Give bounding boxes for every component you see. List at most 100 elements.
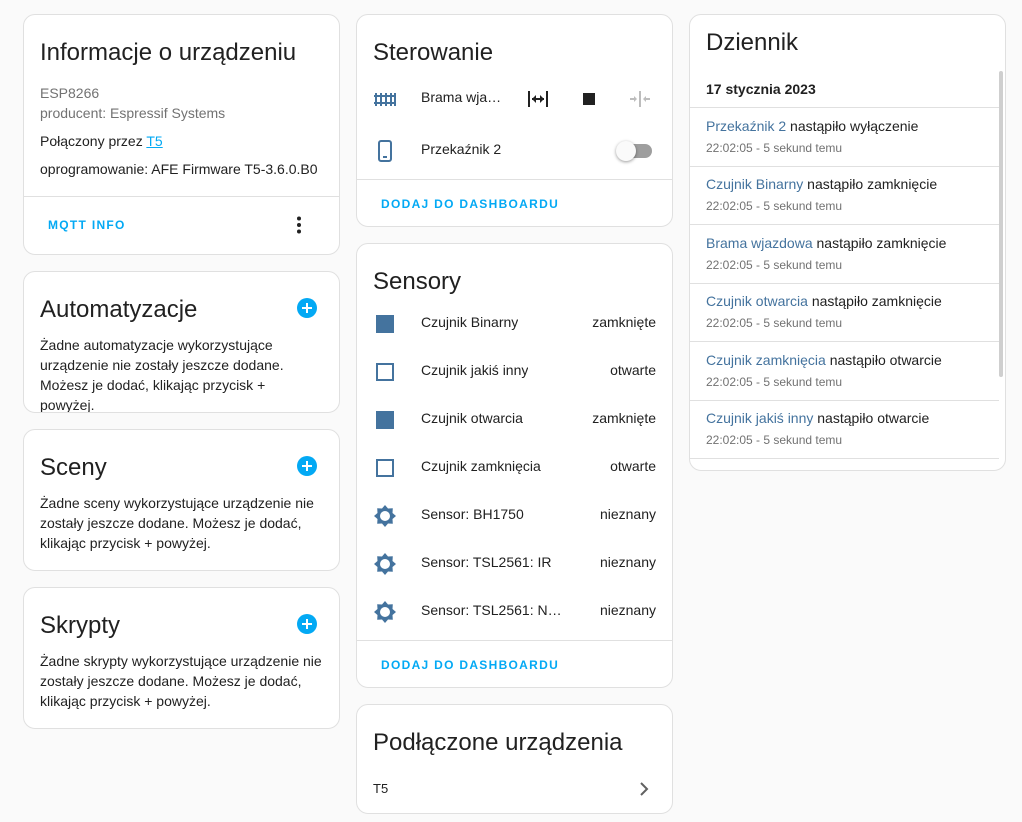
- gate-stop-icon[interactable]: [583, 93, 595, 105]
- logbook-entry: Przekaźnik 2 nastąpiło wyłączenie 22:02:…: [690, 108, 999, 167]
- gate-open-icon[interactable]: [527, 89, 549, 109]
- add-scene-button[interactable]: [297, 456, 317, 476]
- brightness-icon: [373, 552, 397, 576]
- automations-card: Automatyzacje Żadne automatyzacje wykorz…: [23, 271, 340, 413]
- sensor-row[interactable]: Czujnik otwarcia zamknięte: [357, 396, 672, 444]
- sensor-state: zamknięte: [592, 314, 656, 330]
- sensor-state: nieznany: [599, 602, 656, 618]
- logbook-action: nastąpiło zamknięcie: [807, 293, 942, 309]
- logbook-entity-link[interactable]: Czujnik jakiś inny: [706, 410, 813, 426]
- device-model: ESP8266: [40, 85, 100, 101]
- square-outline-icon: [376, 363, 394, 381]
- connected-via-prefix: Połączony przez: [40, 133, 147, 149]
- gate-name: Brama wjazdowa: [421, 89, 507, 105]
- gate-row[interactable]: Brama wjazdowa: [357, 75, 672, 123]
- more-options-icon[interactable]: [292, 215, 306, 235]
- sensor-state: otwarte: [610, 458, 656, 474]
- add-to-dashboard-button[interactable]: DODAJ DO DASHBOARDU: [381, 197, 559, 211]
- logbook-entity-link[interactable]: Czujnik zamknięcia: [706, 352, 826, 368]
- square-outline-icon: [376, 459, 394, 477]
- logbook-date: 17 stycznia 2023: [706, 81, 816, 97]
- sensor-row[interactable]: Czujnik jakiś inny otwarte: [357, 348, 672, 396]
- sensor-name: Sensor: TSL2561: Natężenie: [421, 602, 569, 618]
- logbook-time: 22:02:05 - 5 sekund temu: [706, 316, 843, 330]
- logbook-action: nastąpiło zamknięcie: [812, 235, 947, 251]
- connected-device-item[interactable]: T5: [357, 773, 672, 809]
- divider: [357, 179, 672, 180]
- automations-title: Automatyzacje: [40, 296, 198, 323]
- automations-empty-text: Żadne automatyzacje wykorzystujące urząd…: [40, 337, 284, 413]
- logbook-entry: Czujnik Binarny nastąpiło zamknięcie 22:…: [690, 166, 999, 225]
- sensor-row[interactable]: Czujnik Binarny zamknięte: [357, 300, 672, 348]
- sensor-name: Czujnik jakiś inny: [421, 362, 529, 378]
- logbook-time: 22:02:05 - 5 sekund temu: [706, 141, 843, 155]
- add-script-button[interactable]: [297, 614, 317, 634]
- connected-device-name: T5: [373, 781, 389, 796]
- device-info-card: Informacje o urządzeniu ESP8266 producen…: [23, 14, 340, 255]
- connected-via: Połączony przez T5: [40, 133, 163, 149]
- sensor-state: zamknięte: [592, 410, 656, 426]
- relay-toggle-knob[interactable]: [616, 141, 636, 161]
- sensors-card: Sensory Czujnik Binarny zamknięte Czujni…: [356, 243, 673, 688]
- logbook-time: 22:02:05 - 5 sekund temu: [706, 258, 843, 272]
- logbook-action: nastąpiło zamknięcie: [803, 176, 938, 192]
- logbook-action: nastąpiło otwarcie: [813, 410, 930, 426]
- brightness-icon: [373, 504, 397, 528]
- logbook-time: 22:02:05 - 5 sekund temu: [706, 433, 843, 447]
- sensor-row[interactable]: Sensor: TSL2561: IR nieznany: [357, 540, 672, 588]
- brightness-icon: [373, 600, 397, 624]
- logbook-entry: Czujnik otwarcia nastąpiło zamknięcie 22…: [690, 283, 999, 342]
- logbook-entity-link[interactable]: Brama wjazdowa: [706, 235, 813, 251]
- logbook-entry: Brama wjazdowa nastąpiło zamknięcie 22:0…: [690, 225, 999, 284]
- add-automation-button[interactable]: [297, 298, 317, 318]
- scripts-empty-text: Żadne skrypty wykorzystujące urządzenie …: [40, 653, 322, 709]
- scenes-empty-text: Żadne sceny wykorzystujące urządzenie ni…: [40, 495, 314, 551]
- sensor-state: nieznany: [599, 506, 656, 522]
- sensor-state: nieznany: [599, 554, 656, 570]
- logbook-title: Dziennik: [706, 29, 799, 56]
- connected-devices-card: Podłączone urządzenia T5: [356, 704, 673, 814]
- connected-devices-title: Podłączone urządzenia: [373, 729, 623, 756]
- logbook-entity-link[interactable]: Czujnik Binarny: [706, 176, 803, 192]
- device-info-title: Informacje o urządzeniu: [40, 39, 297, 66]
- logbook-action: nastąpiło otwarcie: [825, 352, 942, 368]
- divider: [24, 196, 339, 197]
- sensor-name: Sensor: BH1750: [421, 506, 524, 522]
- logbook-card: Dziennik 17 stycznia 2023 Przekaźnik 2 n…: [689, 14, 1006, 471]
- sensor-row[interactable]: Czujnik zamknięcia otwarte: [357, 444, 672, 492]
- square-filled-icon: [376, 315, 394, 333]
- relay-row[interactable]: Przekaźnik 2: [357, 127, 672, 175]
- sensor-name: Czujnik otwarcia: [421, 410, 523, 426]
- chevron-right-icon: [638, 781, 650, 797]
- scenes-title: Sceny: [40, 454, 107, 481]
- sensor-name: Czujnik zamknięcia: [421, 458, 541, 474]
- logbook-scrollbar[interactable]: [999, 71, 1003, 377]
- logbook-entity-link[interactable]: Czujnik otwarcia: [706, 293, 808, 309]
- square-filled-icon: [376, 411, 394, 429]
- sensor-row[interactable]: Sensor: BH1750 nieznany: [357, 492, 672, 540]
- logbook-time: 22:02:05 - 5 sekund temu: [706, 375, 843, 389]
- relay-name: Przekaźnik 2: [421, 141, 502, 157]
- gate-icon: [373, 87, 397, 111]
- connected-via-link[interactable]: T5: [146, 133, 162, 149]
- logbook-entry: Czujnik zamknięcia nastąpiło otwarcie 22…: [690, 342, 999, 401]
- sensor-row[interactable]: Sensor: TSL2561: Natężenie nieznany: [357, 588, 672, 636]
- controls-title: Sterowanie: [373, 39, 494, 66]
- controls-card: Sterowanie Brama wjazdowa Przekaźnik 2 D…: [356, 14, 673, 227]
- scripts-title: Skrypty: [40, 612, 121, 639]
- firmware-version: oprogramowanie: AFE Firmware T5-3.6.0.B0: [40, 161, 318, 177]
- mqtt-info-button[interactable]: MQTT INFO: [48, 218, 126, 232]
- device-manufacturer: producent: Espressif Systems: [40, 105, 226, 121]
- logbook-action: nastąpiło wyłączenie: [786, 118, 919, 134]
- sensor-name: Sensor: TSL2561: IR: [421, 554, 552, 570]
- add-to-dashboard-button[interactable]: DODAJ DO DASHBOARDU: [381, 658, 559, 672]
- logbook-entry: Czujnik jakiś inny nastąpiło otwarcie 22…: [690, 400, 999, 459]
- logbook-time: 22:02:05 - 5 sekund temu: [706, 199, 843, 213]
- sensor-state: otwarte: [610, 362, 656, 378]
- scripts-card: Skrypty Żadne skrypty wykorzystujące urz…: [23, 587, 340, 729]
- sensors-title: Sensory: [373, 268, 462, 295]
- logbook-entity-link[interactable]: Przekaźnik 2: [706, 118, 786, 134]
- gate-close-icon: [629, 89, 651, 109]
- phone-icon: [373, 139, 397, 163]
- sensor-name: Czujnik Binarny: [421, 314, 519, 330]
